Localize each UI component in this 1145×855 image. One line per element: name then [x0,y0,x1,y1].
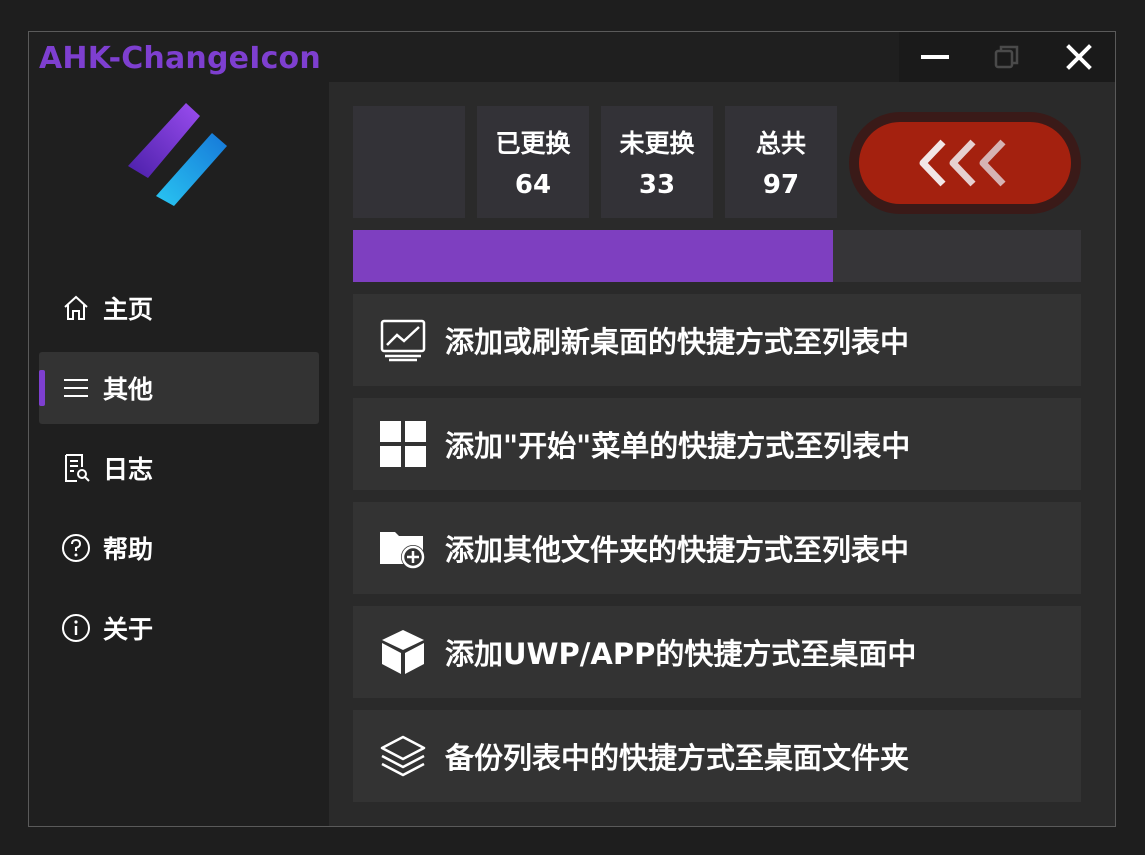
close-icon [1066,44,1092,70]
action-label: 备份列表中的快捷方式至桌面文件夹 [445,741,910,775]
stat-replaced: 已更换 64 [477,106,589,218]
add-uwp-app-shortcuts-button[interactable]: 添加UWP/APP的快捷方式至桌面中 [353,606,1081,698]
app-title: AHK-ChangeIcon [39,41,321,76]
title-bar: AHK-ChangeIcon [29,32,1115,82]
close-button[interactable] [1043,32,1115,82]
sidebar-nav: 主页 其他 日志 帮助 关于 [39,272,319,672]
sidebar: 主页 其他 日志 帮助 关于 [29,82,329,826]
sidebar-item-other[interactable]: 其他 [39,352,319,424]
cube-icon [379,628,427,676]
stat-placeholder [353,106,465,218]
triple-chevron-left-icon [919,139,1006,187]
stat-value: 97 [762,170,800,200]
sidebar-item-log[interactable]: 日志 [39,432,319,504]
sidebar-item-label: 主页 [103,295,154,324]
sidebar-item-home[interactable]: 主页 [39,272,319,344]
window-controls [899,32,1115,82]
action-label: 添加其他文件夹的快捷方式至列表中 [445,533,910,567]
action-list: 添加或刷新桌面的快捷方式至列表中 添加"开始"菜单的快捷方式至列表中 添加其他文… [353,294,1081,814]
folder-add-icon [379,524,427,572]
stat-label: 已更换 [495,129,571,158]
restore-button[interactable] [971,32,1043,82]
menu-lines-icon [61,373,91,403]
stat-label: 未更换 [619,129,695,158]
sidebar-item-help[interactable]: 帮助 [39,512,319,584]
stat-not-replaced: 未更换 33 [601,106,713,218]
add-refresh-desktop-shortcuts-button[interactable]: 添加或刷新桌面的快捷方式至列表中 [353,294,1081,386]
desktop-chart-icon [379,316,427,364]
stat-total: 总共 97 [725,106,837,218]
main-panel: 已更换 64 未更换 33 总共 97 添加或刷新桌面的快捷方式至列表中 添加"… [329,82,1115,826]
help-circle-icon [61,533,91,563]
active-indicator [39,370,45,406]
stat-label: 总共 [755,129,806,158]
add-start-menu-shortcuts-button[interactable]: 添加"开始"菜单的快捷方式至列表中 [353,398,1081,490]
app-logo-icon [128,103,227,206]
sidebar-item-label: 帮助 [103,535,154,564]
back-button[interactable] [859,122,1071,204]
action-label: 添加"开始"菜单的快捷方式至列表中 [445,429,911,463]
minimize-button[interactable] [899,32,971,82]
backup-shortcuts-button[interactable]: 备份列表中的快捷方式至桌面文件夹 [353,710,1081,802]
sidebar-item-label: 日志 [103,455,154,484]
windows-start-icon [379,420,427,468]
sidebar-item-about[interactable]: 关于 [39,592,319,664]
minimize-icon [921,55,949,59]
restore-icon [994,45,1019,69]
action-label: 添加UWP/APP的快捷方式至桌面中 [445,637,917,671]
add-other-folder-shortcuts-button[interactable]: 添加其他文件夹的快捷方式至列表中 [353,502,1081,594]
progress-bar [353,230,1081,282]
info-circle-icon [61,613,91,643]
stat-value: 33 [638,170,676,200]
sidebar-item-label: 关于 [103,615,154,644]
home-icon [61,293,91,323]
action-label: 添加或刷新桌面的快捷方式至列表中 [445,325,910,359]
stat-value: 64 [514,170,552,200]
app-window: AHK-ChangeIcon 主页 其他 日志 帮助 关于 已更换 64 未更换… [28,31,1116,827]
log-search-icon [61,453,91,483]
layers-icon [379,732,427,780]
progress-fill [353,230,834,282]
sidebar-item-label: 其他 [103,375,154,404]
